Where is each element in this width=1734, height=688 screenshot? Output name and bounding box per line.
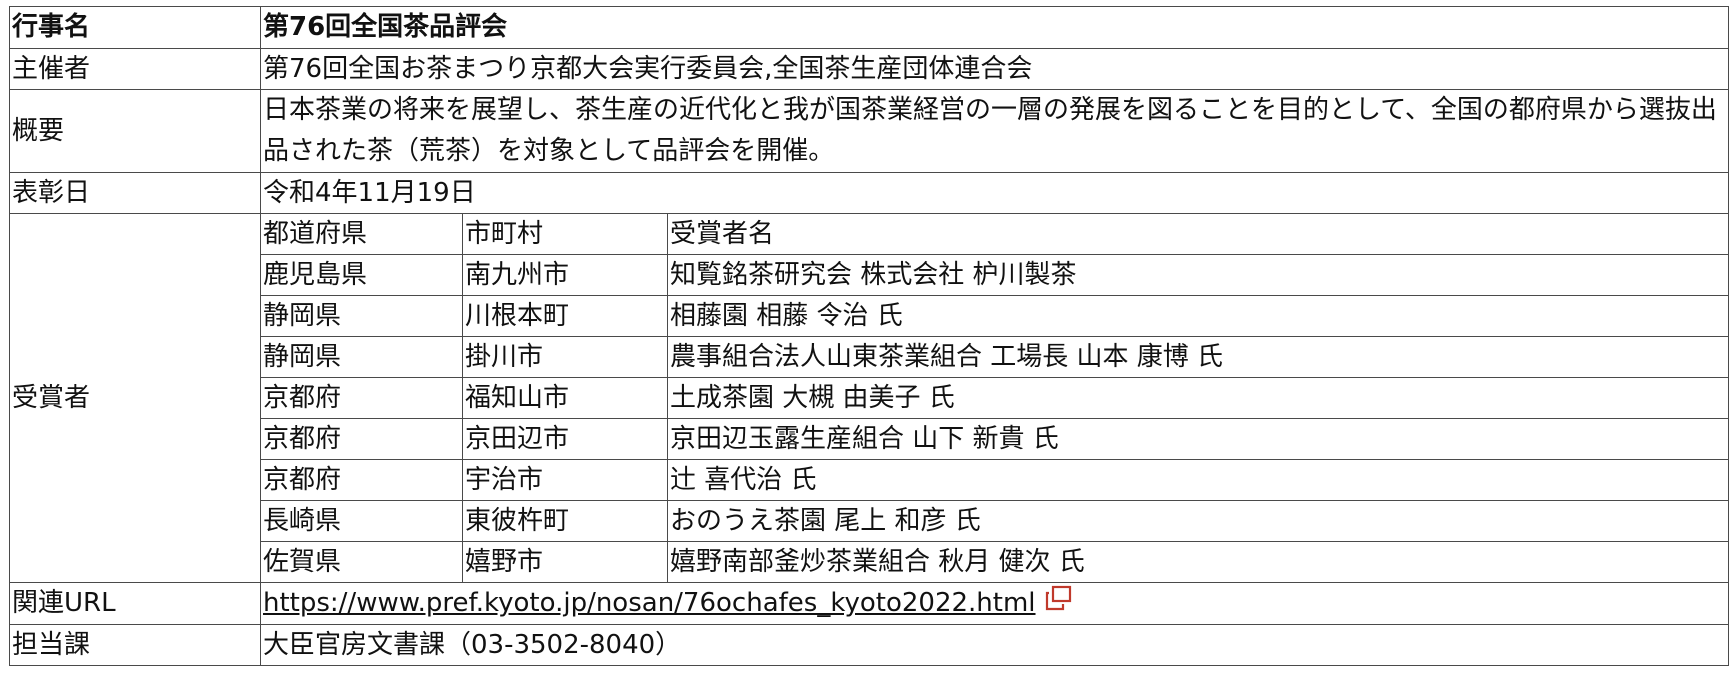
award-date-label: 表彰日 [9,172,261,214]
table-row: 静岡県 川根本町 相藤園 相藤 令治 氏 [261,295,1728,337]
related-url-row: 関連URL https://www.pref.kyoto.jp/nosan/76… [9,582,1729,625]
summary-row: 概要 日本茶業の将来を展望し、茶生産の近代化と我が国茶業経営の一層の発展を図るこ… [9,89,1729,173]
table-row: 佐賀県 嬉野市 嬉野南部釜炒茶業組合 秋月 健次 氏 [261,541,1728,582]
event-row: 行事名 第76回全国茶品評会 [9,6,1729,49]
winner-name-cell: 土成茶園 大槻 由美子 氏 [667,377,1728,419]
municipality-cell: 宇治市 [462,459,668,501]
prefecture-cell: 静岡県 [261,336,463,378]
external-link-icon[interactable] [1044,584,1074,624]
winners-table: 都道府県 市町村 受賞者名 鹿児島県 南九州市 知覧銘茶研究会 株式会社 枦川製… [261,214,1728,582]
summary-label: 概要 [9,89,261,173]
table-row: 京都府 福知山市 土成茶園 大槻 由美子 氏 [261,377,1728,419]
winner-name-cell: 知覧銘茶研究会 株式会社 枦川製茶 [667,254,1728,296]
prefecture-cell: 静岡県 [261,295,463,337]
prefecture-cell: 長崎県 [261,500,463,542]
event-label: 行事名 [9,6,261,49]
municipality-cell: 掛川市 [462,336,668,378]
winners-label: 受賞者 [9,213,261,583]
table-row: 静岡県 掛川市 農事組合法人山東茶業組合 工場長 山本 康博 氏 [261,336,1728,378]
organizer-label: 主催者 [9,48,261,90]
winners-header-row: 都道府県 市町村 受賞者名 [261,214,1728,255]
municipality-cell: 京田辺市 [462,418,668,460]
table-row: 京都府 京田辺市 京田辺玉露生産組合 山下 新貴 氏 [261,418,1728,460]
department-value: 大臣官房文書課（03-3502-8040） [260,623,1729,666]
organizer-value: 第76回全国お茶まつり京都大会実行委員会,全国茶生産団体連合会 [260,48,1729,90]
department-label: 担当課 [9,623,261,666]
municipality-cell: 東彼杵町 [462,500,668,542]
winner-name-cell: 相藤園 相藤 令治 氏 [667,295,1728,337]
prefecture-cell: 佐賀県 [261,541,463,582]
table-row: 京都府 宇治市 辻 喜代治 氏 [261,459,1728,501]
award-date-row: 表彰日 令和4年11月19日 [9,172,1729,214]
winner-name-cell: おのうえ茶園 尾上 和彦 氏 [667,500,1728,542]
table-row: 長崎県 東彼杵町 おのうえ茶園 尾上 和彦 氏 [261,500,1728,542]
related-url-cell: https://www.pref.kyoto.jp/nosan/76ochafe… [260,582,1729,625]
department-row: 担当課 大臣官房文書課（03-3502-8040） [9,623,1729,666]
prefecture-cell: 京都府 [261,418,463,460]
organizer-row: 主催者 第76回全国お茶まつり京都大会実行委員会,全国茶生産団体連合会 [9,48,1729,90]
prefecture-cell: 京都府 [261,459,463,501]
prefecture-cell: 鹿児島県 [261,254,463,296]
column-header-municipality: 市町村 [462,214,668,255]
event-info-table: 行事名 第76回全国茶品評会 主催者 第76回全国お茶まつり京都大会実行委員会,… [9,6,1729,666]
winner-name-cell: 辻 喜代治 氏 [667,459,1728,501]
award-date-value: 令和4年11月19日 [260,172,1729,214]
column-header-prefecture: 都道府県 [261,214,463,255]
winners-row: 受賞者 都道府県 市町村 受賞者名 鹿児島県 南九州市 知覧銘茶研究会 株式会社… [9,213,1729,583]
table-row: 鹿児島県 南九州市 知覧銘茶研究会 株式会社 枦川製茶 [261,254,1728,296]
related-url-label: 関連URL [9,582,261,625]
municipality-cell: 南九州市 [462,254,668,296]
prefecture-cell: 京都府 [261,377,463,419]
winner-name-cell: 京田辺玉露生産組合 山下 新貴 氏 [667,418,1728,460]
winners-cell: 都道府県 市町村 受賞者名 鹿児島県 南九州市 知覧銘茶研究会 株式会社 枦川製… [260,213,1729,583]
municipality-cell: 嬉野市 [462,541,668,582]
municipality-cell: 福知山市 [462,377,668,419]
event-value: 第76回全国茶品評会 [260,6,1729,49]
related-url-link[interactable]: https://www.pref.kyoto.jp/nosan/76ochafe… [263,588,1036,618]
column-header-winner-name: 受賞者名 [667,214,1728,255]
municipality-cell: 川根本町 [462,295,668,337]
winner-name-cell: 嬉野南部釜炒茶業組合 秋月 健次 氏 [667,541,1728,582]
winner-name-cell: 農事組合法人山東茶業組合 工場長 山本 康博 氏 [667,336,1728,378]
summary-value: 日本茶業の将来を展望し、茶生産の近代化と我が国茶業経営の一層の発展を図ることを目… [260,89,1729,173]
